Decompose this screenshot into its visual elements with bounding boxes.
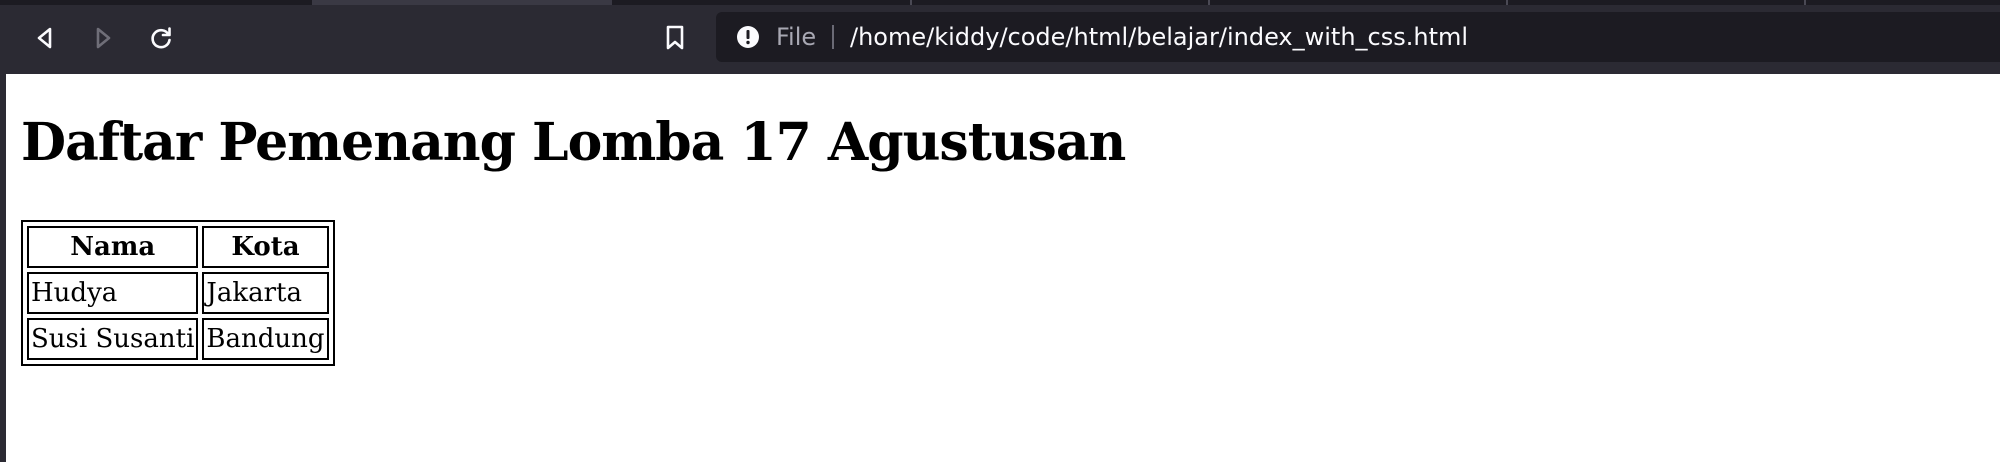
url-text[interactable]: /home/kiddy/code/html/belajar/index_with…	[850, 12, 1468, 62]
reload-button[interactable]	[141, 18, 181, 58]
bookmark-icon	[666, 25, 684, 50]
address-bar[interactable]: File /home/kiddy/code/html/belajar/index…	[716, 12, 2000, 62]
table-row: Hudya Jakarta	[27, 272, 329, 314]
table-cell-nama: Hudya	[27, 272, 199, 314]
column-header-kota: Kota	[202, 226, 329, 268]
winners-table: Nama Kota Hudya Jakarta Susi Susanti Ban…	[21, 220, 335, 366]
table-cell-nama: Susi Susanti	[27, 318, 199, 360]
table-row: Susi Susanti Bandung	[27, 318, 329, 360]
site-info-icon[interactable]	[736, 25, 760, 49]
back-arrow-icon	[37, 27, 52, 49]
table-header-row: Nama Kota	[27, 226, 329, 268]
back-button[interactable]	[25, 18, 65, 58]
tab-divider	[1208, 0, 1210, 5]
url-divider	[832, 25, 834, 49]
reload-icon	[151, 27, 171, 49]
page-content: Daftar Pemenang Lomba 17 Agustusan Nama …	[6, 74, 2000, 462]
table-cell-kota: Jakarta	[202, 272, 329, 314]
forward-arrow-icon	[96, 27, 111, 49]
active-tab[interactable]	[312, 0, 612, 5]
tab-divider	[1506, 0, 1508, 5]
forward-button[interactable]	[83, 18, 123, 58]
tab-strip	[0, 0, 2000, 5]
page-title: Daftar Pemenang Lomba 17 Agustusan	[21, 112, 1126, 173]
bookmark-button[interactable]	[655, 18, 695, 58]
tab-divider	[1804, 0, 1806, 5]
column-header-nama: Nama	[27, 226, 199, 268]
browser-toolbar: File /home/kiddy/code/html/belajar/index…	[0, 0, 2000, 74]
tab-divider	[910, 0, 912, 5]
table-cell-kota: Bandung	[202, 318, 329, 360]
security-label: File	[776, 23, 817, 51]
